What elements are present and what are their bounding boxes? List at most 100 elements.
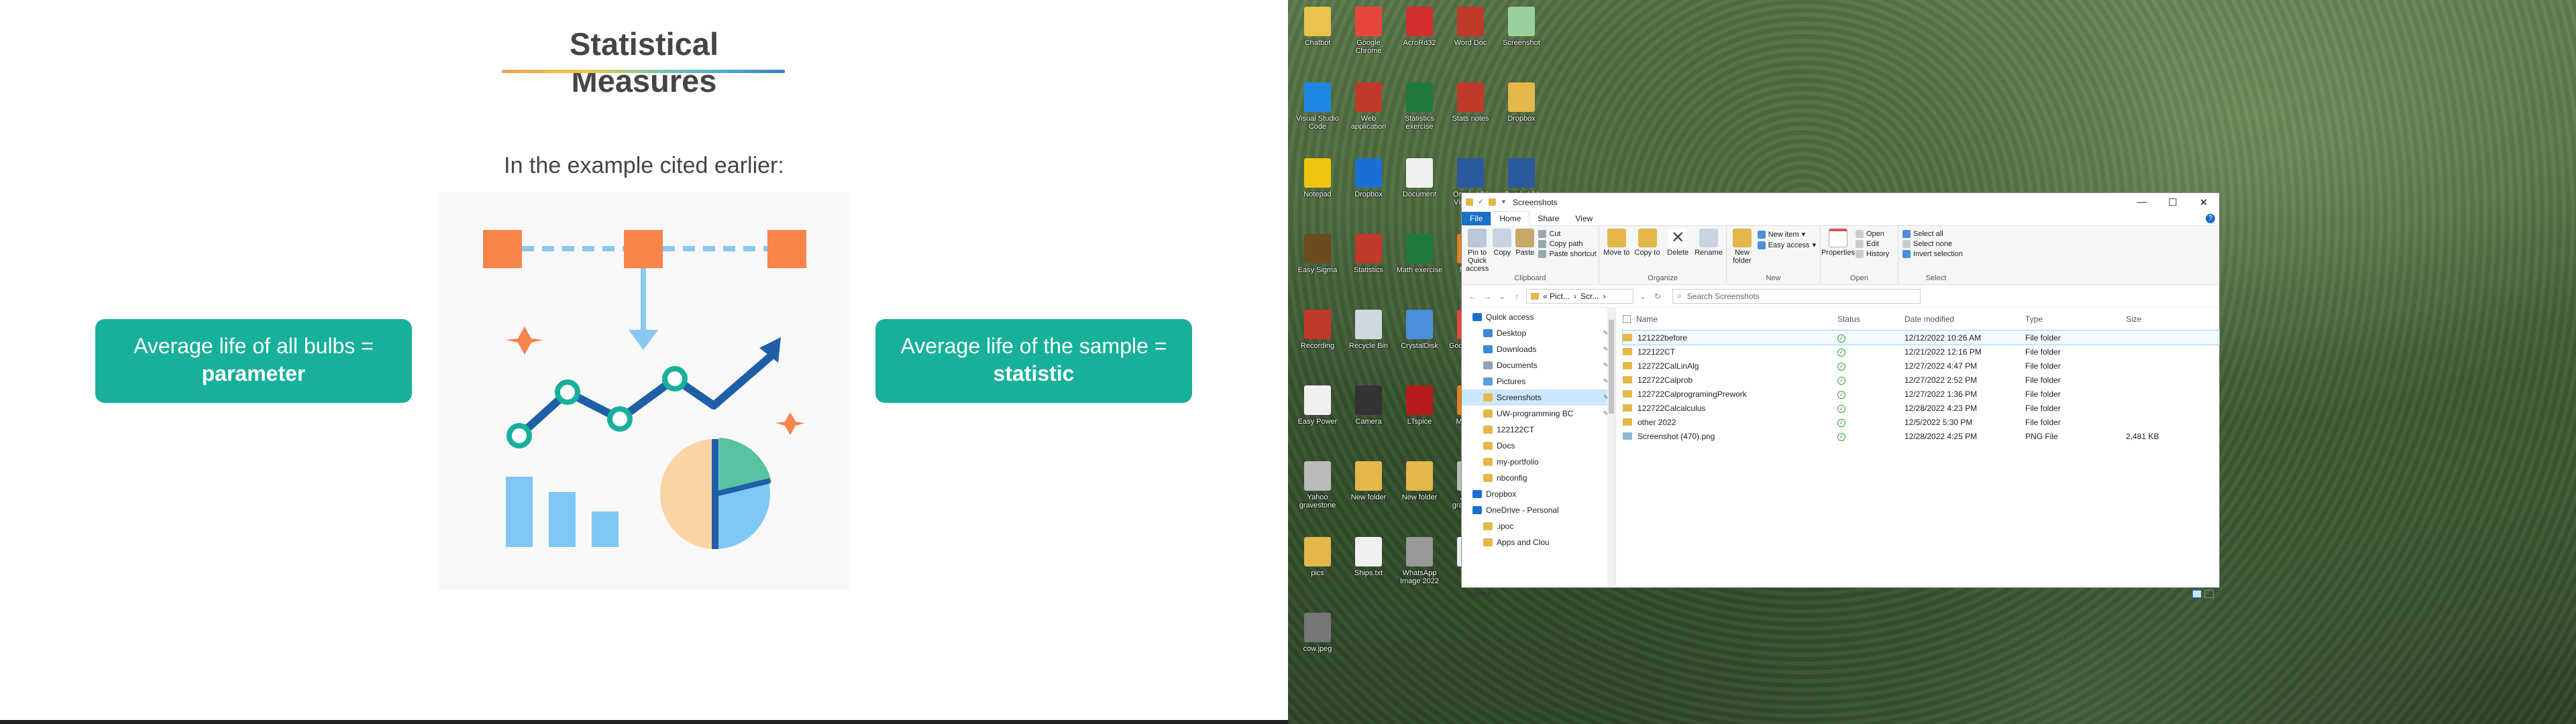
table-row[interactable]: Screenshot (470).png ✓ 12/28/2022 4:25 PM P… [1623,429,2219,443]
desktop-shortcut[interactable]: pics [1292,534,1343,595]
nav-item[interactable]: Screenshots ✎ [1462,389,1615,406]
column-name[interactable]: Name [1623,314,1837,324]
chevron-down-icon[interactable]: ⌄ [1638,292,1648,301]
column-date-modified[interactable]: Date modified [1904,314,2025,324]
invert-selection-button[interactable]: Invert selection [1902,250,1963,258]
breadcrumb-screenshots[interactable]: Scr... [1580,292,1599,301]
chevron-down-icon[interactable]: ⌄ [1497,292,1507,301]
nav-item[interactable]: Quick access [1462,309,1615,325]
help-icon[interactable]: ? [2206,213,2215,223]
copy-path-button[interactable]: Copy path [1538,240,1596,248]
desktop-shortcut[interactable]: cow.jpeg [1292,610,1343,670]
minimize-button[interactable]: — [2127,196,2157,208]
chevron-down-icon[interactable]: ▾ [1500,198,1507,206]
table-row[interactable]: 121222before ✓ 12/12/2022 10:26 AM File fol… [1622,330,2220,345]
desktop-shortcut[interactable]: Easy Sigma [1292,231,1343,292]
refresh-icon[interactable]: ↻ [1652,292,1663,301]
desktop-shortcut[interactable]: Notepad [1292,156,1343,216]
folder-quick-icon[interactable] [1489,198,1496,206]
desktop-shortcut[interactable]: Web application [1343,80,1394,140]
open-button[interactable]: Open [1856,230,1889,238]
search-input[interactable]: ⌕ Search Screenshots [1672,288,1921,304]
image-icon [1304,613,1331,642]
desktop-shortcut[interactable]: New folder [1394,459,1445,519]
large-icons-view-icon[interactable] [2204,589,2214,598]
cut-button[interactable]: Cut [1538,230,1596,238]
desktop-shortcut[interactable]: LTspice [1394,383,1445,443]
nav-scrollbar-thumb[interactable] [1609,320,1614,414]
desktop-shortcut[interactable]: Chatbot [1292,4,1343,64]
desktop-shortcut[interactable]: WhatsApp Image 2022 [1394,534,1445,595]
nav-item[interactable]: nbconfig [1462,470,1615,486]
close-button[interactable]: ✕ [2188,196,2219,208]
desktop-shortcut[interactable]: Statistics [1343,231,1394,292]
desktop-shortcut[interactable]: Statistics exercise [1394,80,1445,140]
table-row[interactable]: 122722Calprob ✓ 12/27/2022 2:52 PM File fol… [1623,373,2219,387]
history-button[interactable]: History [1856,250,1889,258]
nav-item[interactable]: .ipoc [1462,518,1615,534]
desktop-shortcut[interactable]: Recording [1292,307,1343,367]
nav-item[interactable]: UW-programming BC ✎ [1462,406,1615,422]
easy-access-button[interactable]: Easy access ▾ [1757,241,1816,249]
select-all-checkbox[interactable] [1623,314,1631,323]
nav-item[interactable]: 122122CT [1462,422,1615,438]
breadcrumb-pictures[interactable]: « Pict... [1543,292,1570,301]
desktop-shortcut[interactable]: Google Chrome [1343,4,1394,64]
desktop-shortcut[interactable]: Visual Studio Code [1292,80,1343,140]
nav-item[interactable]: Pictures ✎ [1462,373,1615,389]
details-view-icon[interactable] [2192,589,2202,598]
desktop-shortcut[interactable]: New folder [1343,459,1394,519]
up-arrow-icon[interactable]: ↑ [1511,292,1522,301]
desktop-shortcut[interactable]: Stats notes [1445,80,1496,140]
desktop-shortcut[interactable]: Yahoo gravestone [1292,459,1343,519]
check-icon[interactable]: ✓ [1477,198,1485,206]
file-name-cell: 121222before [1623,333,1837,343]
desktop-shortcut[interactable]: CrystalDisk [1394,307,1445,367]
desktop-shortcut[interactable]: Word Doc [1445,4,1496,64]
column-size[interactable]: Size [2126,314,2186,324]
table-row[interactable]: 122722CalprogramingPrework ✓ 12/27/2022 1:… [1623,387,2219,401]
tab-view[interactable]: View [1567,212,1601,225]
tab-share[interactable]: Share [1529,212,1567,225]
select-all-button[interactable]: Select all [1902,230,1963,238]
table-row[interactable]: 122122CT ✓ 12/21/2022 12:16 PM File folder [1623,345,2219,359]
column-status[interactable]: Status [1837,314,1904,324]
desktop-shortcut[interactable]: Dropbox [1496,80,1547,140]
maximize-button[interactable]: ☐ [2157,196,2188,208]
edit-button[interactable]: Edit [1856,240,1889,248]
desktop-shortcut[interactable]: Screenshot [1496,4,1547,64]
table-row[interactable]: 122722Calcalculus ✓ 12/28/2022 4:23 PM File… [1623,401,2219,415]
nav-item[interactable]: Desktop ✎ [1462,325,1615,341]
desktop-shortcut[interactable]: Math exercise [1394,231,1445,292]
presentation-slide: Statistical Measures In the example cite… [0,0,1288,724]
nav-scrollbar[interactable] [1607,308,1615,586]
nav-item[interactable]: Downloads ✎ [1462,341,1615,357]
nav-item[interactable]: Documents ✎ [1462,357,1615,373]
desktop-shortcut[interactable]: Recycle Bin [1343,307,1394,367]
nav-item[interactable]: my-portfolio [1462,454,1615,470]
address-bar[interactable]: « Pict... › Scr... › [1526,288,1633,304]
file-explorer-window[interactable]: ✓ ▾ Screenshots — ☐ ✕ File Home Share Vi… [1461,192,2220,598]
nav-item[interactable]: Apps and Clou [1462,534,1615,550]
title-bar[interactable]: ✓ ▾ Screenshots — ☐ ✕ [1462,193,2219,211]
nav-item[interactable]: Docs [1462,438,1615,454]
tab-home[interactable]: Home [1491,210,1530,226]
forward-arrow-icon[interactable]: → [1482,292,1493,301]
desktop-shortcut[interactable]: Easy Power [1292,383,1343,443]
paste-shortcut-button[interactable]: Paste shortcut [1538,250,1597,258]
desktop-shortcut[interactable]: AcroRd32 [1394,4,1445,64]
nav-item[interactable]: OneDrive - Personal [1462,502,1615,518]
desktop-shortcut[interactable]: Dropbox [1343,156,1394,216]
column-type[interactable]: Type [2025,314,2126,324]
tab-file[interactable]: File [1462,211,1491,225]
vscode-icon [1304,82,1331,112]
desktop-shortcut[interactable]: Camera [1343,383,1394,443]
new-item-button[interactable]: New item ▾ [1757,230,1816,239]
desktop-shortcut[interactable]: Ships.txt [1343,534,1394,595]
table-row[interactable]: other 2022 ✓ 12/5/2022 5:30 PM File folder [1623,415,2219,429]
desktop-shortcut[interactable]: Document [1394,156,1445,216]
back-arrow-icon[interactable]: ← [1467,292,1478,301]
nav-item[interactable]: Dropbox [1462,486,1615,502]
select-none-button[interactable]: Select none [1902,240,1963,248]
table-row[interactable]: 122722CalLinAlg ✓ 12/27/2022 4:47 PM File f… [1623,359,2219,373]
